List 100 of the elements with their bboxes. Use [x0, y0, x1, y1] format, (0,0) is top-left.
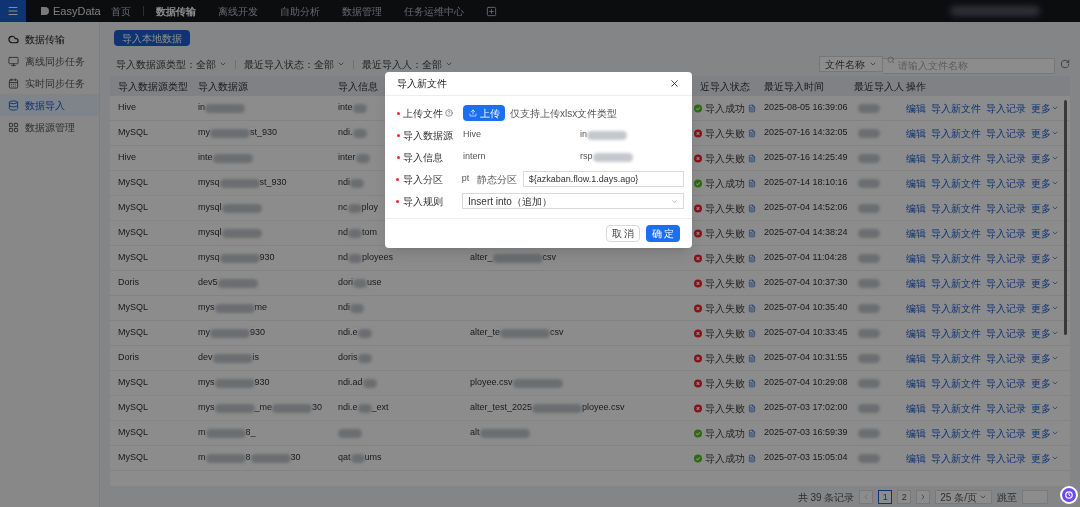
document-icon[interactable] — [748, 253, 756, 263]
sidebar-item[interactable]: 数据源管理 — [0, 116, 99, 138]
action-link[interactable]: 导入新文件 — [931, 100, 981, 116]
action-link[interactable]: 导入新文件 — [931, 275, 981, 291]
document-icon[interactable] — [748, 403, 756, 413]
nav-tab[interactable]: 数据传输 — [155, 3, 196, 19]
action-link[interactable]: 导入记录 — [986, 275, 1026, 291]
action-link[interactable]: 导入记录 — [986, 450, 1026, 466]
action-link[interactable]: 导入记录 — [986, 150, 1026, 166]
document-icon[interactable] — [748, 428, 756, 438]
action-link[interactable]: 编辑 — [906, 275, 926, 291]
action-link[interactable]: 更多 — [1031, 325, 1059, 341]
action-link[interactable]: 更多 — [1031, 400, 1059, 416]
page-size-select[interactable]: 25 条/页 — [935, 490, 992, 504]
nav-tab[interactable]: 任务运维中心 — [403, 3, 464, 19]
upload-button[interactable]: 上传 — [463, 105, 505, 121]
document-icon[interactable] — [748, 328, 756, 338]
nav-tab[interactable]: 数据管理 — [341, 3, 382, 19]
action-link[interactable]: 编辑 — [906, 175, 926, 191]
action-link[interactable]: 导入记录 — [986, 175, 1026, 191]
filter-dropdown[interactable]: 导入数据源类型：全部 — [116, 56, 227, 72]
document-icon[interactable] — [748, 153, 756, 163]
field-select[interactable]: 文件名称 — [819, 56, 883, 72]
action-link[interactable]: 导入记录 — [986, 200, 1026, 216]
action-link[interactable]: 更多 — [1031, 250, 1059, 266]
action-link[interactable]: 导入记录 — [986, 100, 1026, 116]
action-link[interactable]: 更多 — [1031, 225, 1059, 241]
sidebar-item[interactable]: 实时同步任务 — [0, 72, 99, 94]
document-icon[interactable] — [748, 228, 756, 238]
document-icon[interactable] — [748, 278, 756, 288]
action-link[interactable]: 更多 — [1031, 275, 1059, 291]
action-link[interactable]: 编辑 — [906, 325, 926, 341]
menu-button[interactable] — [0, 0, 26, 22]
action-link[interactable]: 更多 — [1031, 150, 1059, 166]
action-link[interactable]: 编辑 — [906, 200, 926, 216]
document-icon[interactable] — [748, 378, 756, 388]
filter-dropdown[interactable]: 最近导入人：全部 — [362, 56, 453, 72]
action-link[interactable]: 编辑 — [906, 225, 926, 241]
action-link[interactable]: 编辑 — [906, 125, 926, 141]
close-icon[interactable] — [669, 78, 680, 89]
action-link[interactable]: 更多 — [1031, 125, 1059, 141]
action-link[interactable]: 编辑 — [906, 300, 926, 316]
document-icon[interactable] — [748, 353, 756, 363]
action-link[interactable]: 导入记录 — [986, 375, 1026, 391]
action-link[interactable]: 更多 — [1031, 100, 1059, 116]
add-icon[interactable] — [485, 5, 497, 17]
sidebar-item[interactable]: 离线同步任务 — [0, 50, 99, 72]
action-link[interactable]: 导入记录 — [986, 350, 1026, 366]
help-icon[interactable] — [445, 109, 453, 117]
action-link[interactable]: 编辑 — [906, 250, 926, 266]
document-icon[interactable] — [748, 453, 756, 463]
page-button[interactable]: 2 — [897, 490, 912, 504]
action-link[interactable]: 导入记录 — [986, 325, 1026, 341]
document-icon[interactable] — [748, 203, 756, 213]
action-link[interactable]: 更多 — [1031, 450, 1059, 466]
action-link[interactable]: 导入新文件 — [931, 425, 981, 441]
action-link[interactable]: 导入记录 — [986, 400, 1026, 416]
assistant-button[interactable] — [1060, 486, 1078, 504]
action-link[interactable]: 更多 — [1031, 175, 1059, 191]
refresh-icon[interactable] — [1060, 59, 1070, 69]
action-link[interactable]: 更多 — [1031, 200, 1059, 216]
action-link[interactable]: 导入新文件 — [931, 375, 981, 391]
action-link[interactable]: 导入新文件 — [931, 450, 981, 466]
action-link[interactable]: 导入记录 — [986, 425, 1026, 441]
action-link[interactable]: 导入新文件 — [931, 325, 981, 341]
home-link[interactable]: 首页 — [110, 3, 131, 19]
action-link[interactable]: 导入新文件 — [931, 400, 981, 416]
action-link[interactable]: 编辑 — [906, 350, 926, 366]
document-icon[interactable] — [748, 128, 756, 138]
action-link[interactable]: 编辑 — [906, 425, 926, 441]
action-link[interactable]: 导入新文件 — [931, 125, 981, 141]
action-link[interactable]: 导入新文件 — [931, 225, 981, 241]
action-link[interactable]: 编辑 — [906, 150, 926, 166]
next-page-button[interactable] — [916, 490, 931, 504]
action-link[interactable]: 更多 — [1031, 300, 1059, 316]
document-icon[interactable] — [748, 103, 756, 113]
page-button[interactable]: 1 — [878, 490, 893, 504]
action-link[interactable]: 更多 — [1031, 375, 1059, 391]
action-link[interactable]: 编辑 — [906, 450, 926, 466]
scrollbar[interactable] — [1064, 100, 1067, 335]
action-link[interactable]: 导入记录 — [986, 125, 1026, 141]
previous-page-button[interactable] — [859, 490, 874, 504]
action-link[interactable]: 编辑 — [906, 100, 926, 116]
filter-dropdown[interactable]: 最近导入状态：全部 — [244, 56, 345, 72]
action-link[interactable]: 导入记录 — [986, 225, 1026, 241]
action-link[interactable]: 编辑 — [906, 400, 926, 416]
action-link[interactable]: 导入记录 — [986, 250, 1026, 266]
action-link[interactable]: 导入新文件 — [931, 150, 981, 166]
cancel-button[interactable]: 取 消 — [606, 225, 640, 242]
action-link[interactable]: 更多 — [1031, 425, 1059, 441]
import-button[interactable]: 导入本地数据 — [114, 30, 190, 46]
action-link[interactable]: 更多 — [1031, 350, 1059, 366]
action-link[interactable]: 导入新文件 — [931, 300, 981, 316]
action-link[interactable]: 导入新文件 — [931, 250, 981, 266]
partition-field[interactable]: ${azkaban.flow.1.days.ago} — [522, 171, 684, 187]
sidebar-item[interactable]: 数据传输 — [0, 28, 99, 50]
action-link[interactable]: 编辑 — [906, 375, 926, 391]
nav-tab[interactable]: 离线开发 — [217, 3, 258, 19]
confirm-button[interactable]: 确 定 — [646, 225, 680, 242]
sidebar-item[interactable]: 数据导入 — [0, 94, 99, 116]
